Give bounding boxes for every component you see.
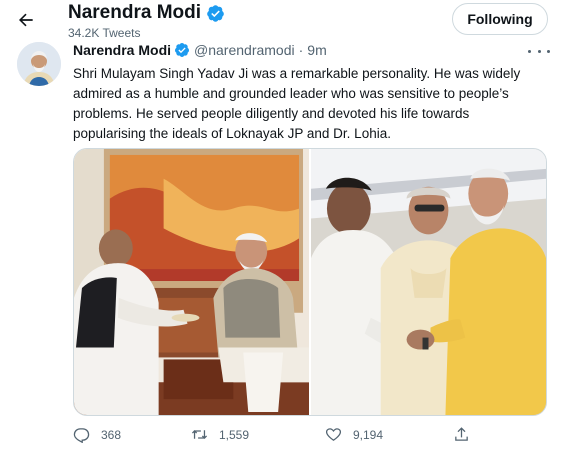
more-horizontal-icon	[528, 49, 531, 53]
tweet-actions: 368 1,559 9,194	[73, 426, 473, 448]
reply-button[interactable]: 368	[73, 426, 121, 443]
more-dot	[537, 49, 541, 53]
verified-badge-icon	[175, 43, 190, 57]
like-count: 9,194	[353, 427, 384, 442]
tweet-text: Shri Mulayam Singh Yadav Ji was a remark…	[73, 66, 521, 141]
tweet-count: 34.2K Tweets	[68, 26, 141, 40]
reply-count: 368	[101, 427, 122, 442]
following-button[interactable]: Following	[452, 3, 548, 35]
heart-icon	[325, 428, 342, 441]
tweet-media[interactable]	[73, 148, 547, 416]
header-name-text: Narendra Modi	[68, 2, 202, 23]
author-handle[interactable]: @narendramodi	[194, 42, 295, 58]
verified-badge-icon	[207, 4, 224, 22]
more-dot	[547, 49, 550, 53]
retweet-button[interactable]: 1,559	[191, 426, 249, 443]
photo-left[interactable]	[74, 149, 309, 415]
share-button[interactable]	[453, 426, 481, 443]
photo-right[interactable]	[311, 149, 546, 415]
retweet-icon	[191, 430, 208, 439]
retweet-count: 1,559	[219, 427, 250, 442]
back-button[interactable]	[9, 3, 43, 37]
arrow-left-icon	[19, 13, 33, 27]
profile-header: Narendra Modi 34.2K Tweets Following	[0, 0, 561, 42]
avatar[interactable]	[17, 42, 61, 86]
like-button[interactable]: 9,194	[325, 426, 383, 443]
tweet-author-line: Narendra Modi @narendramodi · 9m	[73, 42, 327, 58]
header-title: Narendra Modi	[68, 2, 225, 24]
reply-icon	[73, 428, 90, 443]
share-icon	[455, 427, 468, 441]
more-options-button[interactable]	[528, 44, 550, 58]
author-name[interactable]: Narendra Modi	[73, 42, 171, 58]
tweet-timestamp[interactable]: 9m	[307, 42, 326, 58]
separator-dot: ·	[298, 42, 304, 58]
